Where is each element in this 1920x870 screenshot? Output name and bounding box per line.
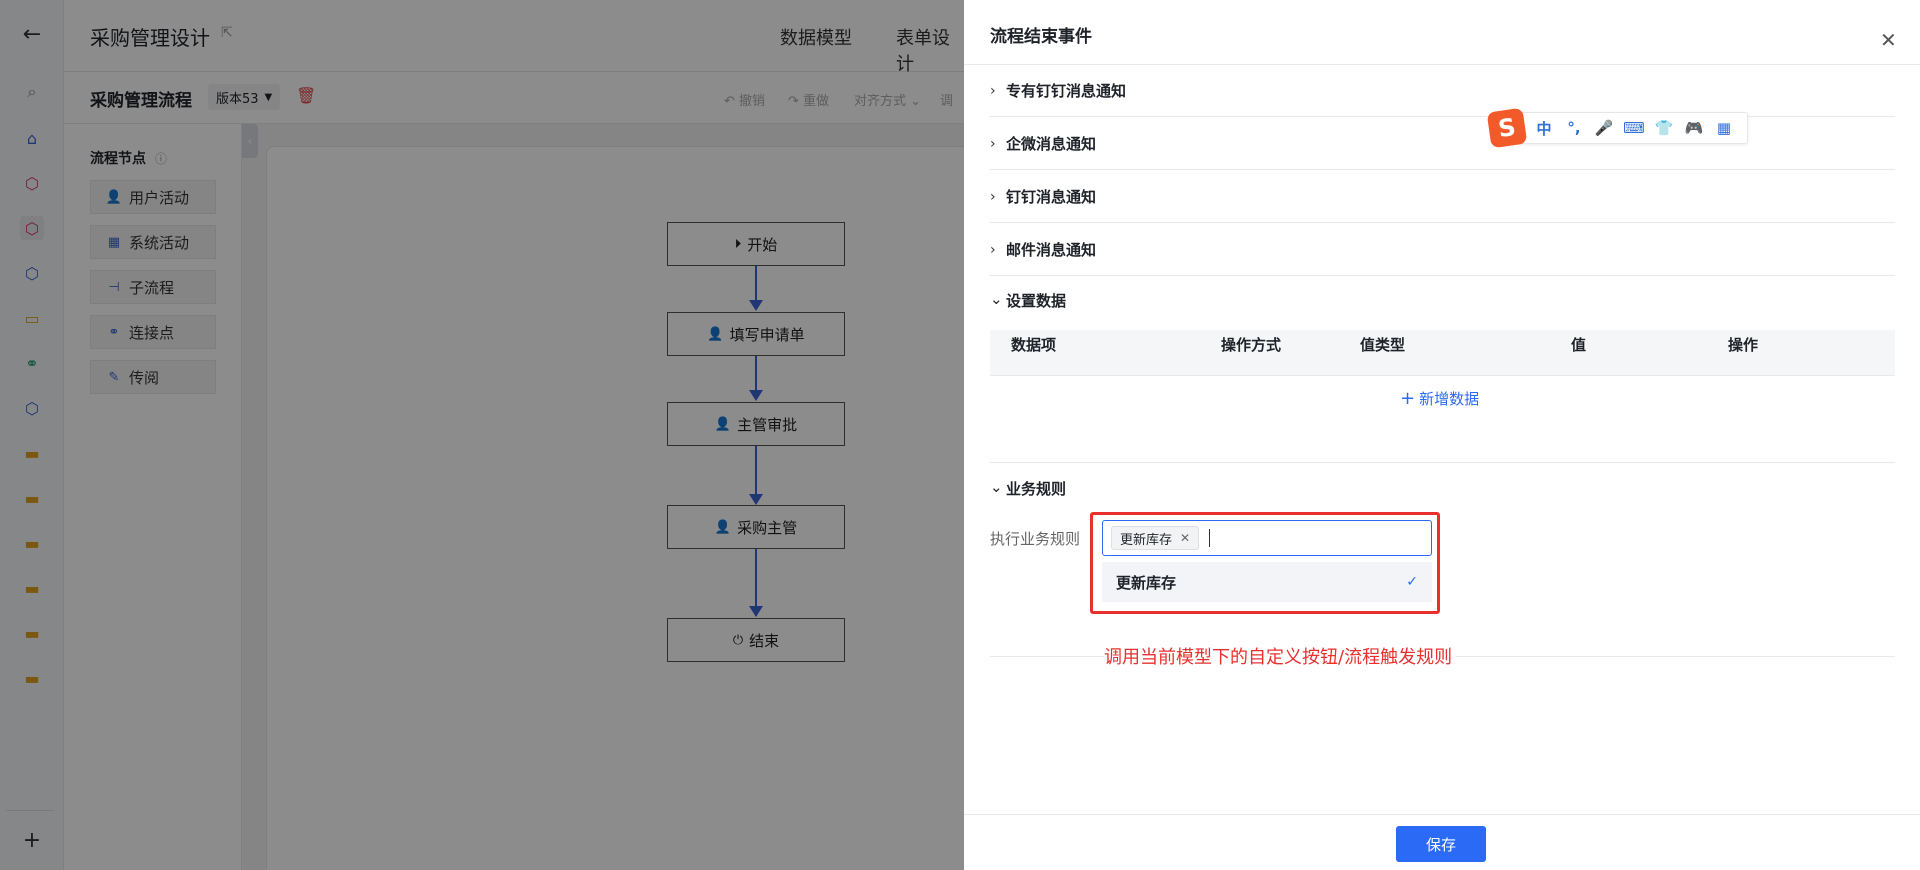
end-event-drawer: 流程结束事件 ✕ › 专有钉钉消息通知 › 企微消息通知 › 钉钉消息通知 › 邮件消息…: [964, 0, 1920, 870]
drawer-footer-divider: [964, 814, 1920, 815]
chevron-right-icon: ›: [990, 82, 996, 99]
section-rules-header[interactable]: ⌄ 业务规则: [990, 478, 1066, 499]
section-dingtalk[interactable]: › 钉钉消息通知: [990, 171, 1895, 223]
save-button[interactable]: 保存: [1396, 826, 1486, 862]
close-icon[interactable]: ✕: [1880, 28, 1897, 52]
drawer-title: 流程结束事件: [990, 27, 1092, 47]
add-data-button[interactable]: + 新增数据: [1400, 388, 1479, 409]
section-label: 钉钉消息通知: [1006, 188, 1097, 206]
rules-title: 业务规则: [1006, 480, 1067, 498]
settings-table-header: [990, 330, 1895, 376]
section-email[interactable]: › 邮件消息通知: [990, 224, 1895, 276]
ime-apps-icon[interactable]: ▦: [1709, 119, 1739, 137]
ime-chinese-mode[interactable]: 中: [1529, 118, 1559, 139]
ime-skin-icon[interactable]: 👕: [1649, 119, 1679, 137]
modal-mask[interactable]: [0, 0, 964, 870]
chevron-right-icon: ›: [990, 135, 996, 152]
section-label: 专有钉钉消息通知: [1006, 82, 1127, 100]
chevron-right-icon: ›: [990, 241, 996, 258]
ime-keyboard-icon[interactable]: ⌨: [1619, 119, 1649, 137]
section-wecom[interactable]: › 企微消息通知: [990, 118, 1895, 170]
section-label: 企微消息通知: [1006, 135, 1097, 153]
ime-punctuation-icon[interactable]: °,: [1559, 119, 1589, 137]
chevron-down-icon: ⌄: [990, 290, 1003, 308]
plus-icon: +: [1400, 388, 1416, 409]
chevron-down-icon: ⌄: [990, 478, 1003, 496]
section-label: 邮件消息通知: [1006, 241, 1097, 259]
col-value: 值: [1571, 336, 1587, 354]
ime-game-icon[interactable]: 🎮: [1679, 119, 1709, 137]
section-settings-header[interactable]: ⌄ 设置数据: [990, 290, 1066, 311]
annotation-text: 调用当前模型下的自定义按钮/流程触发规则: [1104, 643, 1457, 669]
ime-logo-icon[interactable]: S: [1486, 107, 1528, 149]
highlight-box: [1090, 512, 1440, 614]
chevron-right-icon: ›: [990, 188, 996, 205]
col-operation: 操作方式: [1221, 336, 1282, 354]
col-value-type: 值类型: [1360, 336, 1406, 354]
col-actions: 操作: [1728, 336, 1759, 354]
section-dedicated-dingtalk[interactable]: › 专有钉钉消息通知: [990, 65, 1895, 117]
add-data-label: 新增数据: [1419, 390, 1480, 408]
col-data-item: 数据项: [1011, 336, 1057, 354]
rules-field-label: 执行业务规则: [990, 530, 1081, 548]
section-divider: [990, 462, 1895, 463]
ime-microphone-icon[interactable]: 🎤: [1589, 119, 1619, 137]
settings-title: 设置数据: [1006, 292, 1067, 310]
ime-toolbar[interactable]: S 中 °, 🎤 ⌨ 👕 🎮 ▦: [1486, 107, 1748, 149]
